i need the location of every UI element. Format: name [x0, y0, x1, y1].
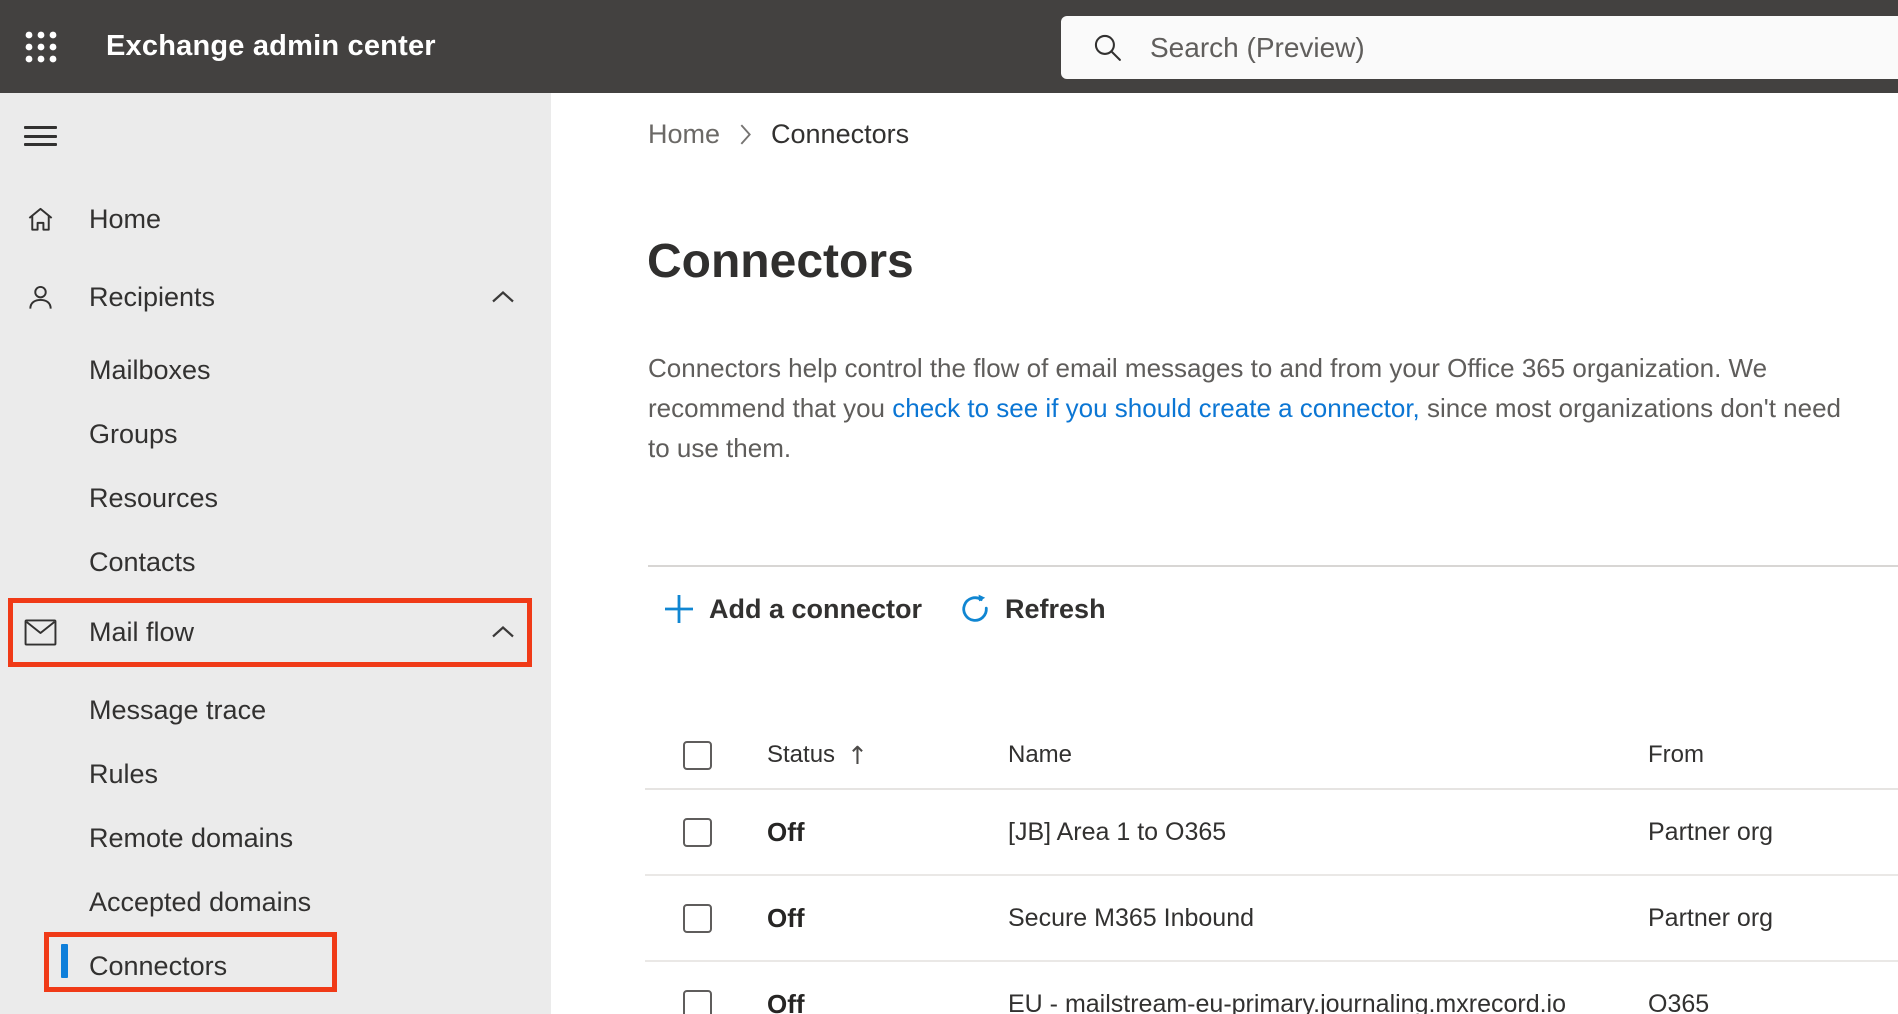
from-cell: Partner org — [1648, 904, 1898, 933]
column-header-label: Name — [1008, 741, 1073, 768]
sidebar-item-label: Mailboxes — [89, 354, 211, 385]
column-header-label: Status — [767, 741, 836, 768]
envelope-icon — [24, 616, 57, 649]
create-connector-link[interactable]: check to see if you should create a conn… — [892, 393, 1420, 423]
table-row[interactable]: Off EU - mailstream-eu-primary.journalin… — [645, 962, 1898, 1014]
main-content: Home Connectors Connectors Connectors he… — [551, 93, 1898, 1014]
connector-name[interactable]: EU - mailstream-eu-primary.journaling.mx… — [1008, 990, 1566, 1014]
from-cell: O365 — [1648, 990, 1898, 1014]
status-value: Off — [767, 816, 805, 847]
breadcrumb-current: Connectors — [771, 118, 910, 149]
status-cell: Off — [767, 817, 1008, 848]
sidebar-item-label: Rules — [89, 758, 159, 789]
content-divider — [648, 565, 1898, 567]
search-box[interactable] — [1061, 16, 1898, 79]
sidebar-item-label: Remote domains — [89, 822, 294, 853]
sidebar-item-recipients[interactable]: Recipients — [0, 265, 551, 329]
row-checkbox[interactable] — [683, 903, 712, 933]
sidebar-item-label: Message trace — [89, 694, 267, 725]
selection-indicator — [61, 944, 68, 978]
search-input[interactable] — [1150, 16, 1898, 79]
sidebar: Home Recipients Mailboxes Groups Resourc… — [0, 93, 551, 1014]
sidebar-item-message-trace[interactable]: Message trace — [0, 678, 551, 742]
sidebar-item-connectors[interactable]: Connectors — [0, 934, 551, 998]
search-icon — [1094, 34, 1121, 61]
from-value: Partner org — [1648, 817, 1774, 846]
sidebar-item-label: Mail flow — [89, 616, 195, 647]
name-cell[interactable]: [JB] Area 1 to O365 — [1008, 818, 1648, 847]
sidebar-item-label: Home — [89, 203, 162, 234]
chevron-up-icon[interactable] — [492, 291, 514, 303]
sidebar-item-home[interactable]: Home — [0, 187, 551, 251]
name-cell[interactable]: Secure M365 Inbound — [1008, 904, 1648, 933]
page-title: Connectors — [647, 235, 914, 288]
sidebar-item-label: Connectors — [89, 950, 228, 981]
plus-icon — [665, 595, 693, 623]
select-all-checkbox[interactable] — [683, 740, 712, 770]
person-icon — [24, 281, 57, 314]
waffle-icon — [25, 31, 57, 63]
from-value: O365 — [1648, 989, 1710, 1014]
breadcrumb: Home Connectors — [648, 117, 909, 151]
sidebar-nav: Home Recipients Mailboxes Groups Resourc… — [0, 187, 551, 998]
sidebar-item-label: Accepted domains — [89, 886, 312, 917]
sidebar-item-resources[interactable]: Resources — [0, 466, 551, 530]
chevron-up-icon[interactable] — [492, 626, 514, 638]
connectors-table: Status ↑ Name From Off [JB] Area 1 to O3… — [645, 722, 1898, 1014]
table-row[interactable]: Off [JB] Area 1 to O365 Partner org — [645, 790, 1898, 876]
app-title: Exchange admin center — [106, 30, 436, 62]
breadcrumb-home-link[interactable]: Home — [648, 119, 720, 150]
sidebar-item-mail-flow[interactable]: Mail flow — [0, 600, 551, 664]
column-header-name[interactable]: Name — [1008, 741, 1648, 769]
refresh-icon — [962, 594, 988, 622]
sidebar-item-label: Resources — [89, 482, 219, 513]
app-launcher-button[interactable] — [22, 28, 60, 66]
row-checkbox[interactable] — [683, 989, 712, 1014]
table-row[interactable]: Off Secure M365 Inbound Partner org — [645, 876, 1898, 962]
column-header-label: From — [1648, 741, 1704, 768]
add-connector-button[interactable]: Add a connector — [650, 592, 922, 626]
refresh-label: Refresh — [1005, 593, 1106, 624]
menu-toggle-button[interactable] — [24, 126, 57, 146]
status-cell: Off — [767, 989, 1008, 1014]
sidebar-item-mailboxes[interactable]: Mailboxes — [0, 338, 551, 402]
name-cell[interactable]: EU - mailstream-eu-primary.journaling.mx… — [1008, 990, 1648, 1014]
sidebar-item-rules[interactable]: Rules — [0, 742, 551, 806]
sidebar-item-label: Recipients — [89, 281, 216, 312]
sidebar-item-label: Groups — [89, 418, 178, 449]
connector-name[interactable]: [JB] Area 1 to O365 — [1008, 818, 1226, 846]
row-checkbox[interactable] — [683, 817, 712, 847]
sidebar-item-groups[interactable]: Groups — [0, 402, 551, 466]
sidebar-item-label: Contacts — [89, 546, 196, 577]
page-description: Connectors help control the flow of emai… — [648, 348, 1861, 468]
from-cell: Partner org — [1648, 818, 1898, 847]
toolbar: Add a connector Refresh — [650, 585, 1106, 633]
column-header-from[interactable]: From — [1648, 741, 1898, 769]
status-cell: Off — [767, 903, 1008, 934]
status-value: Off — [767, 902, 805, 933]
add-connector-label: Add a connector — [709, 593, 923, 624]
status-value: Off — [767, 988, 805, 1014]
refresh-button[interactable]: Refresh — [958, 592, 1106, 626]
connector-name[interactable]: Secure M365 Inbound — [1008, 904, 1254, 932]
table-header-row: Status ↑ Name From — [645, 722, 1898, 790]
sidebar-item-remote-domains[interactable]: Remote domains — [0, 806, 551, 870]
chevron-right-icon — [739, 123, 752, 146]
sidebar-item-contacts[interactable]: Contacts — [0, 530, 551, 594]
home-icon — [24, 203, 57, 236]
from-value: Partner org — [1648, 903, 1774, 932]
app-header: Exchange admin center — [0, 0, 1898, 93]
hamburger-icon — [24, 126, 57, 129]
sort-ascending-icon: ↑ — [847, 740, 868, 770]
sidebar-item-accepted-domains[interactable]: Accepted domains — [0, 870, 551, 934]
column-header-status[interactable]: Status ↑ — [767, 741, 1008, 770]
